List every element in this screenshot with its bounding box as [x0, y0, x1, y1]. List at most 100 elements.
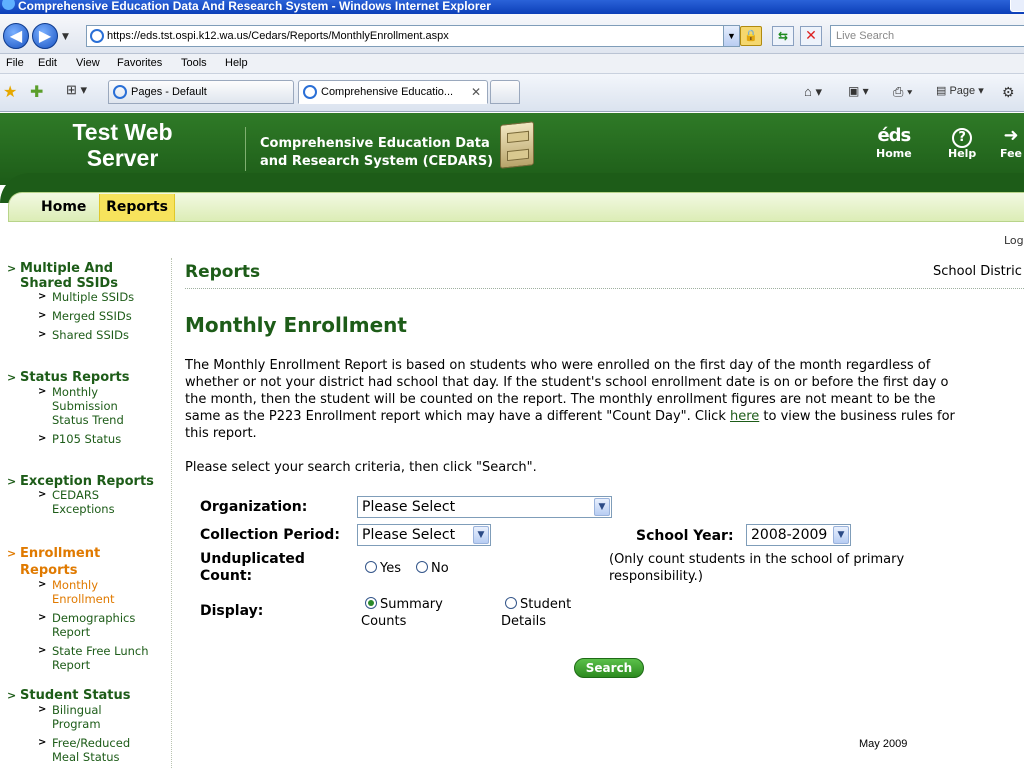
school-year-select[interactable]: 2008-2009 ▼ [746, 524, 851, 546]
ie-page-icon [113, 85, 127, 99]
chevron-right-icon: > [38, 329, 47, 340]
school-year-label: School Year: [636, 528, 734, 544]
history-dropdown-icon[interactable]: ▼ [62, 32, 69, 42]
sidebar-group-status-reports[interactable]: > Status Reports [7, 370, 130, 385]
refresh-icon[interactable]: ⇆ [772, 26, 794, 46]
display-label: Display: [200, 603, 264, 619]
sidebar-group-enrollment-reports[interactable]: > Enrollment Reports [7, 545, 100, 579]
quick-tabs-icon[interactable]: ⊞ ▾ [66, 82, 87, 98]
search-prompt: Please select your search criteria, then… [185, 460, 537, 475]
menu-edit[interactable]: Edit [38, 57, 57, 69]
school-district-label: School Distric [933, 264, 1022, 279]
tab-label: Comprehensive Educatio... [321, 86, 454, 98]
collection-period-select[interactable]: Please Select ▼ [357, 524, 491, 546]
sidebar-item-state-free-lunch[interactable]: > State Free Lunch Report [38, 644, 149, 672]
tab-bar: ★ ✚ ⊞ ▾ Pages - Default Comprehensive Ed… [0, 74, 1024, 112]
unduplicated-no-radio[interactable]: No [416, 560, 449, 577]
chevron-right-icon: > [38, 645, 47, 656]
close-tab-icon[interactable]: ✕ [471, 81, 481, 103]
stop-icon[interactable]: ✕ [800, 26, 822, 46]
organization-select[interactable]: Please Select ▼ [357, 496, 612, 518]
page-title: Monthly Enrollment [185, 313, 407, 337]
report-description: The Monthly Enrollment Report is based o… [185, 358, 955, 441]
navigation-bar: ◀ ▶ ▼ https://eds.tst.ospi.k12.wa.us/Ced… [0, 14, 1024, 54]
file-cabinet-icon [500, 121, 534, 169]
sidebar-item-cedars-exceptions[interactable]: > CEDARS Exceptions [38, 488, 115, 516]
back-arrow-icon[interactable]: ◀ [3, 23, 29, 49]
header-feedback-link[interactable]: ➜ Fee [1000, 125, 1022, 160]
address-dropdown-icon[interactable]: ▼ [723, 26, 739, 46]
chevron-right-icon: > [38, 579, 47, 590]
tab-home[interactable]: Home [37, 194, 90, 221]
chevron-right-icon: > [7, 262, 17, 275]
section-title: Reports [185, 262, 261, 282]
eds-logo-icon: éds [877, 125, 911, 146]
tab-pages-default[interactable]: Pages - Default [108, 80, 294, 104]
chevron-right-icon: > [7, 547, 17, 560]
sidebar-item-p105-status[interactable]: > P105 Status [38, 432, 121, 446]
sidebar-item-monthly-submission[interactable]: > Monthly Submission Status Trend [38, 385, 124, 427]
summary-counts-radio[interactable]: Summary Counts [361, 596, 443, 630]
page-icon [90, 29, 104, 43]
home-icon[interactable]: ⌂ ▾ [804, 84, 822, 100]
menu-help[interactable]: Help [225, 57, 248, 69]
sidebar-group-multiple-shared[interactable]: > Multiple And Shared SSIDs [7, 261, 118, 291]
menu-file[interactable]: File [6, 57, 24, 69]
feeds-icon[interactable]: ▣ ▾ [848, 84, 869, 98]
chevron-down-icon: ▼ [594, 498, 610, 516]
help-icon: ? [948, 125, 976, 148]
tab-reports[interactable]: Reports [99, 194, 175, 221]
ie-page-icon [303, 85, 317, 99]
menu-view[interactable]: View [76, 57, 100, 69]
business-rules-link[interactable]: here [730, 409, 759, 424]
organization-label: Organization: [200, 499, 308, 515]
header-home-link[interactable]: éds Home [876, 125, 912, 160]
student-details-radio[interactable]: Student Details [501, 596, 571, 630]
logout-link[interactable]: Log [1004, 234, 1024, 247]
sidebar-item-multiple-ssids[interactable]: > Multiple SSIDs [38, 290, 134, 304]
chevron-down-icon: ▼ [833, 526, 849, 544]
address-url: https://eds.tst.ospi.k12.wa.us/Cedars/Re… [107, 30, 449, 42]
sidebar-item-shared-ssids[interactable]: > Shared SSIDs [38, 328, 129, 342]
ie-logo-icon [2, 0, 15, 10]
sidebar-item-monthly-enrollment[interactable]: > Monthly Enrollment [38, 578, 115, 606]
search-button[interactable]: Search [574, 658, 644, 678]
chevron-right-icon: > [38, 704, 47, 715]
address-bar[interactable]: https://eds.tst.ospi.k12.wa.us/Cedars/Re… [86, 25, 740, 47]
chevron-right-icon: > [38, 612, 47, 623]
chevron-right-icon: > [7, 371, 17, 384]
forward-arrow-icon[interactable]: ▶ [32, 23, 58, 49]
chevron-right-icon: > [38, 489, 47, 500]
print-icon[interactable]: ⎙ ▾ [893, 84, 912, 100]
window-title-bar: Comprehensive Education Data And Researc… [0, 0, 1024, 14]
window-title: Comprehensive Education Data And Researc… [18, 0, 491, 13]
new-tab-button[interactable] [490, 80, 520, 104]
sidebar-item-free-reduced-meal[interactable]: > Free/Reduced Meal Status [38, 736, 130, 764]
header-help-link[interactable]: ? Help [948, 125, 976, 160]
chevron-right-icon: > [38, 737, 47, 748]
tools-gear-icon[interactable]: ⚙ [1002, 84, 1015, 101]
page-menu[interactable]: ▤ Page ▾ [936, 84, 984, 97]
live-search-input[interactable]: Live Search [830, 25, 1024, 47]
sidebar-item-merged-ssids[interactable]: > Merged SSIDs [38, 309, 132, 323]
divider [185, 288, 1024, 289]
unduplicated-yes-radio[interactable]: Yes [365, 560, 401, 577]
add-favorites-icon[interactable]: ✚ [30, 82, 43, 102]
chevron-right-icon: > [7, 689, 17, 702]
lock-icon[interactable]: 🔒 [740, 26, 762, 46]
favorites-star-icon[interactable]: ★ [3, 82, 17, 102]
menu-favorites[interactable]: Favorites [117, 57, 162, 69]
sidebar-item-bilingual-program[interactable]: > Bilingual Program [38, 703, 102, 731]
collection-period-label: Collection Period: [200, 527, 340, 543]
site-tab-bar: Home Reports [8, 192, 1024, 222]
unduplicated-count-label: Unduplicated Count: [200, 551, 305, 584]
sidebar-group-student-status[interactable]: > Student Status [7, 688, 131, 703]
chevron-right-icon: > [38, 310, 47, 321]
sidebar-group-exception-reports[interactable]: > Exception Reports [7, 474, 154, 489]
tab-cedars[interactable]: Comprehensive Educatio... ✕ [298, 80, 488, 104]
menu-tools[interactable]: Tools [181, 57, 207, 69]
site-header: Test Web Server Comprehensive Education … [0, 113, 1024, 203]
minimize-button[interactable] [1010, 0, 1024, 12]
menu-bar: File Edit View Favorites Tools Help [0, 54, 1024, 74]
sidebar-item-demographics-report[interactable]: > Demographics Report [38, 611, 135, 639]
